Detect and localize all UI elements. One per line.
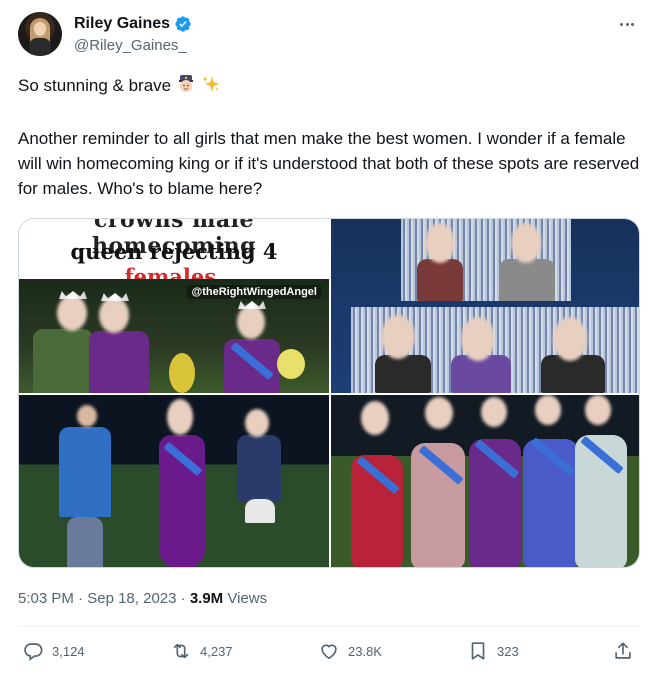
timestamp-separator-2: · [176, 590, 190, 607]
retweet-count: 4,237 [200, 643, 233, 659]
timestamp-separator: · [73, 590, 88, 607]
tweet-time[interactable]: 5:03 PM [18, 590, 74, 607]
media-image-3[interactable] [19, 395, 329, 567]
share-button[interactable] [612, 640, 634, 662]
police-officer-emoji-icon [176, 74, 196, 101]
sparkles-emoji-icon [201, 74, 221, 101]
avatar-body [29, 38, 51, 56]
reply-button[interactable]: 3,124 [22, 640, 85, 662]
divider [18, 626, 640, 627]
bookmark-count: 323 [497, 643, 519, 659]
tweet-text: So stunning & brave Another reminder to … [18, 73, 643, 201]
tweet-line-1-text: So stunning & brave [18, 76, 172, 95]
like-count: 23.8K [348, 643, 382, 659]
media-image-4[interactable] [331, 395, 639, 567]
tweet-timestamp[interactable]: 5:03 PM · Sep 18, 2023 · 3.9M Views [18, 589, 267, 609]
meme-watermark: @theRightWingedAngel [187, 285, 321, 299]
meme-caption-prefix: queen rejecting 4 [70, 239, 278, 264]
meme-caption-area: crowns male homecoming queen rejecting 4… [19, 219, 329, 289]
media-grid[interactable]: crowns male homecoming queen rejecting 4… [18, 218, 640, 568]
author-display-name[interactable]: Riley Gaines [74, 14, 170, 34]
avatar[interactable] [18, 12, 62, 56]
author-handle[interactable]: @Riley_Gaines_ [74, 36, 192, 56]
avatar-face [34, 22, 46, 36]
reply-icon [24, 643, 43, 661]
verified-badge-icon[interactable] [174, 15, 192, 33]
retweet-icon [173, 643, 189, 659]
author-name-row[interactable]: Riley Gaines [74, 14, 192, 34]
views-label: Views [223, 590, 268, 607]
like-button[interactable]: 23.8K [318, 640, 382, 662]
views-count[interactable]: 3.9M [190, 590, 223, 607]
author-block: Riley Gaines @Riley_Gaines_ [74, 14, 192, 56]
media-image-1[interactable]: crowns male homecoming queen rejecting 4… [19, 219, 329, 393]
retweet-button[interactable]: 4,237 [170, 640, 233, 662]
tweet-actions: 3,124 4,237 23.8K 323 [18, 640, 640, 664]
share-icon [615, 642, 631, 659]
media-image-2[interactable] [331, 219, 639, 393]
bookmark-icon [471, 642, 485, 660]
tweet-line-1: So stunning & brave [18, 73, 643, 101]
tweet-date[interactable]: Sep 18, 2023 [87, 590, 176, 607]
tweet-header: Riley Gaines @Riley_Gaines_ [18, 12, 640, 58]
tweet-body: Another reminder to all girls that men m… [18, 129, 640, 198]
more-options-icon[interactable] [616, 14, 638, 34]
heart-icon [321, 644, 337, 660]
reply-count: 3,124 [52, 643, 85, 659]
bookmark-button[interactable]: 323 [467, 640, 519, 662]
